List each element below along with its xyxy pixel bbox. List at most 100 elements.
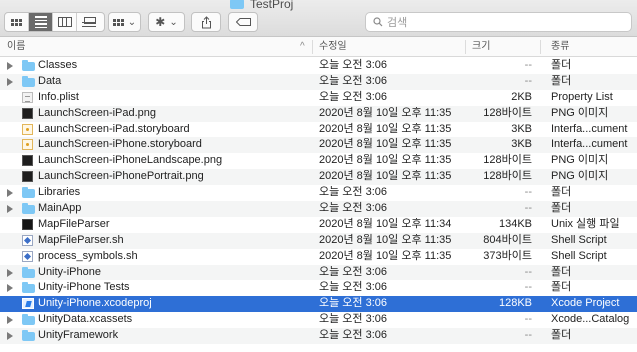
file-row[interactable]: LaunchScreen-iPhone.storyboard 2020년 8월 1… xyxy=(0,137,637,154)
file-date: 2020년 8월 10일 오후 11:34 xyxy=(319,217,452,230)
png-image-icon xyxy=(22,107,33,119)
disclosure-triangle-icon[interactable] xyxy=(7,189,13,198)
file-date: 2020년 8월 10일 오후 11:35 xyxy=(319,154,452,167)
file-row[interactable]: Unity-iPhone Tests 오늘 오전 3:06 -- 폴더 xyxy=(0,280,637,296)
kind-column-header[interactable]: 종류 xyxy=(551,37,569,57)
file-name: Data xyxy=(38,74,62,87)
file-date: 오늘 오전 3:06 xyxy=(319,59,388,71)
name-column-header[interactable]: 이름 xyxy=(7,37,25,57)
file-row[interactable]: MapFileParser 2020년 8월 10일 오후 11:34 134KB U… xyxy=(0,217,637,233)
shell-script-icon xyxy=(22,250,33,262)
folder-icon xyxy=(22,314,35,326)
png-image-icon xyxy=(22,155,33,167)
tag-icon xyxy=(235,18,251,26)
file-kind: PNG 이미지 xyxy=(551,170,609,183)
file-name: Unity-iPhone Tests xyxy=(38,281,130,294)
disclosure-triangle-icon[interactable] xyxy=(7,62,13,70)
file-date: 2020년 8월 10일 오후 11:35 xyxy=(319,138,452,151)
file-row[interactable]: LaunchScreen-iPad.storyboard 2020년 8월 10일… xyxy=(0,122,637,138)
file-date: 2020년 8월 10일 오후 11:35 xyxy=(319,106,452,119)
disclosure-triangle-icon[interactable] xyxy=(7,316,13,325)
disclosure-triangle-icon[interactable] xyxy=(7,332,13,341)
file-row[interactable]: LaunchScreen-iPhoneLandscape.png 2020년 8월… xyxy=(0,153,637,169)
file-row[interactable]: Libraries 오늘 오전 3:06 -- 폴더 xyxy=(0,185,637,201)
disclosure-triangle-icon[interactable] xyxy=(7,268,13,277)
file-kind: Property List xyxy=(551,90,613,103)
file-name: Libraries xyxy=(38,186,81,199)
png-image-icon xyxy=(22,171,33,183)
file-name: LaunchScreen-iPhone.storyboard xyxy=(38,138,202,151)
list-view-button[interactable] xyxy=(29,13,53,31)
file-row[interactable]: Info.plist 오늘 오전 3:06 2KB Property List xyxy=(0,90,637,106)
storyboard-file-icon xyxy=(22,123,33,135)
size-column-header[interactable]: 크기 xyxy=(472,37,490,57)
folder-icon xyxy=(22,330,35,342)
file-row[interactable]: Classes 오늘 오전 3:06 -- 폴더 xyxy=(0,58,637,74)
file-row[interactable]: UnityData.xcassets 오늘 오전 3:06 -- Xcode...Ca… xyxy=(0,312,637,328)
column-view-button[interactable] xyxy=(53,13,77,31)
file-date: 오늘 오전 3:06 xyxy=(319,313,388,326)
finder-toolbar: TestProj ⌄ ✱ ⌄ 검색 xyxy=(0,0,637,37)
chevron-down-icon: ⌄ xyxy=(127,16,137,28)
icon-grid-icon xyxy=(11,18,22,26)
file-size: 128바이트 xyxy=(483,154,532,167)
plist-file-icon xyxy=(22,91,33,103)
columns-icon xyxy=(57,17,72,27)
file-row[interactable]: LaunchScreen-iPhonePortrait.png 2020년 8월 … xyxy=(0,169,637,186)
file-row[interactable]: Data 오늘 오전 3:06 -- 폴더 xyxy=(0,73,637,90)
file-row[interactable]: Unity-iPhone.xcodeproj 오늘 오전 3:06 128KB Xco… xyxy=(0,296,637,313)
file-kind: Shell Script xyxy=(551,249,607,262)
shell-script-icon xyxy=(22,234,33,246)
date-column-header[interactable]: 수정일 xyxy=(319,37,347,57)
folder-icon xyxy=(22,266,35,278)
file-name: process_symbols.sh xyxy=(38,249,138,262)
file-kind: Xcode Project xyxy=(551,297,620,310)
folder-icon xyxy=(230,0,244,9)
file-date: 오늘 오전 3:06 xyxy=(319,74,388,87)
file-row[interactable]: MainApp 오늘 오전 3:06 -- 폴더 xyxy=(0,201,637,217)
file-row[interactable]: LaunchScreen-iPad.png 2020년 8월 10일 오후 11:… xyxy=(0,105,637,122)
column-divider[interactable] xyxy=(540,40,541,54)
xcode-project-icon xyxy=(22,298,34,310)
icon-view-button[interactable] xyxy=(5,13,29,31)
file-name: Info.plist xyxy=(38,90,79,103)
share-icon xyxy=(201,15,211,28)
list-icon xyxy=(34,16,47,28)
file-name: LaunchScreen-iPhoneLandscape.png xyxy=(38,154,223,167)
column-divider[interactable] xyxy=(465,40,466,54)
file-name: LaunchScreen-iPhonePortrait.png xyxy=(38,170,204,183)
disclosure-triangle-icon[interactable] xyxy=(7,284,13,293)
column-divider[interactable] xyxy=(312,40,313,54)
file-name: LaunchScreen-iPad.png xyxy=(38,106,157,119)
file-row[interactable]: UnityFramework 오늘 오전 3:06 -- 폴더 xyxy=(0,328,637,345)
share-button[interactable] xyxy=(191,12,221,32)
group-grid-icon xyxy=(112,18,124,26)
file-row[interactable]: Unity-iPhone 오늘 오전 3:06 -- 폴더 xyxy=(0,264,637,281)
file-size: -- xyxy=(524,265,532,278)
disclosure-triangle-icon[interactable] xyxy=(7,77,13,86)
file-size: -- xyxy=(524,329,532,342)
search-field[interactable]: 검색 xyxy=(365,12,632,32)
tags-button[interactable] xyxy=(228,12,258,32)
file-size: 128바이트 xyxy=(483,170,532,183)
folder-icon xyxy=(22,203,35,215)
file-date: 2020년 8월 10일 오후 11:35 xyxy=(319,249,452,262)
folder-icon xyxy=(22,282,35,294)
disclosure-triangle-icon[interactable] xyxy=(7,205,13,214)
file-kind: 폴더 xyxy=(551,202,572,215)
file-kind: 폴더 xyxy=(551,186,572,199)
file-date: 2020년 8월 10일 오후 11:35 xyxy=(319,170,452,183)
gallery-view-button[interactable] xyxy=(77,13,101,31)
folder-icon xyxy=(22,187,35,199)
group-button[interactable]: ⌄ xyxy=(108,12,141,32)
search-icon xyxy=(373,17,383,27)
file-kind: 폴더 xyxy=(551,329,572,342)
action-button[interactable]: ✱ ⌄ xyxy=(148,12,185,32)
file-row[interactable]: MapFileParser.sh 2020년 8월 10일 오후 11:35 804… xyxy=(0,232,637,249)
file-name: Unity-iPhone.xcodeproj xyxy=(38,297,152,310)
window-title-text: TestProj xyxy=(250,0,294,11)
file-row[interactable]: process_symbols.sh 2020년 8월 10일 오후 11:35 3… xyxy=(0,249,637,265)
file-kind: Shell Script xyxy=(551,233,607,246)
column-header: 이름 ^ 수정일 크기 종류 xyxy=(0,37,637,57)
file-size: -- xyxy=(524,281,532,294)
